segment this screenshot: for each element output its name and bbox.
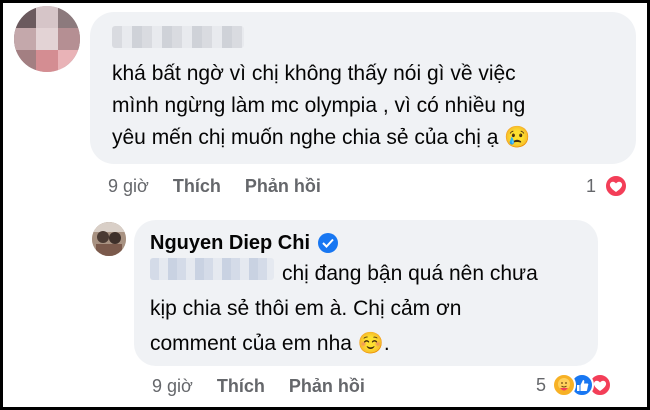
reply-link[interactable]: Phản hồi [289,376,365,396]
author-name[interactable]: Nguyen Diep Chi [150,232,310,255]
heart-icon[interactable] [604,174,628,198]
author-avatar[interactable] [92,222,126,256]
comment-actions: 9 giờ Thích Phản hồi [108,176,345,197]
reply-actions: 9 giờ Thích Phản hồi [152,376,389,397]
like-link[interactable]: Thích [173,176,221,196]
commenter-avatar[interactable] [14,6,80,72]
comment-time[interactable]: 9 giờ [108,176,149,196]
comment-text: khá bất ngờ vì chị không thấy nói gì về … [112,62,531,149]
reaction-count[interactable]: 5 [536,375,546,396]
reply-link[interactable]: Phản hồi [245,176,321,196]
commenter-name-blurred[interactable] [112,26,244,48]
reply-text: chị đang bận quá nên chưa kịp chia sẻ th… [150,262,538,355]
like-link[interactable]: Thích [217,376,265,396]
care-icon[interactable] [552,373,576,397]
reaction-count[interactable]: 1 [586,176,596,197]
reply-time[interactable]: 9 giờ [152,376,193,396]
verified-badge-icon [318,233,338,253]
